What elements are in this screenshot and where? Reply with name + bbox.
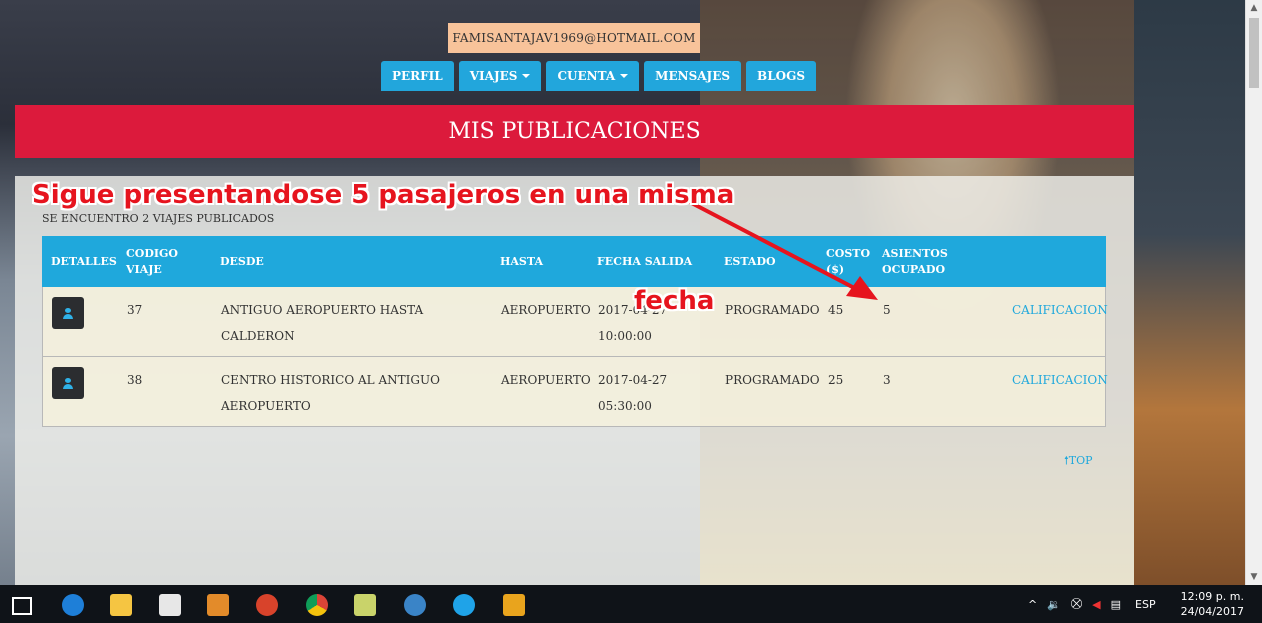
- windows-taskbar: ^ 🔉 ⛒ ◀ ▤ ESP 12:09 p. m. 24/04/2017: [0, 585, 1262, 623]
- folder-app-icon[interactable]: [354, 594, 376, 616]
- annotation-arrow: [681, 196, 878, 300]
- speaker-icon[interactable]: 🔉: [1047, 598, 1061, 611]
- edge-icon[interactable]: [62, 594, 84, 616]
- annotation-text-line2: fecha: [634, 286, 715, 316]
- winamp-icon[interactable]: [503, 594, 525, 616]
- clock[interactable]: 12:09 p. m. 24/04/2017: [1181, 589, 1244, 619]
- network-icon[interactable]: ⛒: [1071, 597, 1082, 611]
- system-tray: ^ 🔉 ⛒ ◀ ▤ ESP: [1028, 585, 1156, 623]
- language-indicator[interactable]: ESP: [1135, 598, 1156, 611]
- chevron-up-icon[interactable]: ^: [1028, 598, 1037, 611]
- annotation-text-line1: Sigue presentandose 5 pasajeros en una m…: [32, 180, 735, 210]
- volume-muted-icon[interactable]: ◀: [1092, 598, 1100, 611]
- skype-icon[interactable]: [453, 594, 475, 616]
- annotation-arrow-shaft: [681, 196, 863, 294]
- store-icon[interactable]: [159, 594, 181, 616]
- globe-app-icon[interactable]: [404, 594, 426, 616]
- task-view-icon[interactable]: [12, 597, 32, 615]
- app-icon[interactable]: [256, 594, 278, 616]
- clock-date: 24/04/2017: [1180, 605, 1244, 618]
- media-player-icon[interactable]: [207, 594, 229, 616]
- file-explorer-icon[interactable]: [110, 594, 132, 616]
- clock-time: 12:09 p. m.: [1180, 590, 1244, 603]
- chrome-icon[interactable]: [306, 594, 328, 616]
- notification-icon[interactable]: ▤: [1111, 598, 1121, 611]
